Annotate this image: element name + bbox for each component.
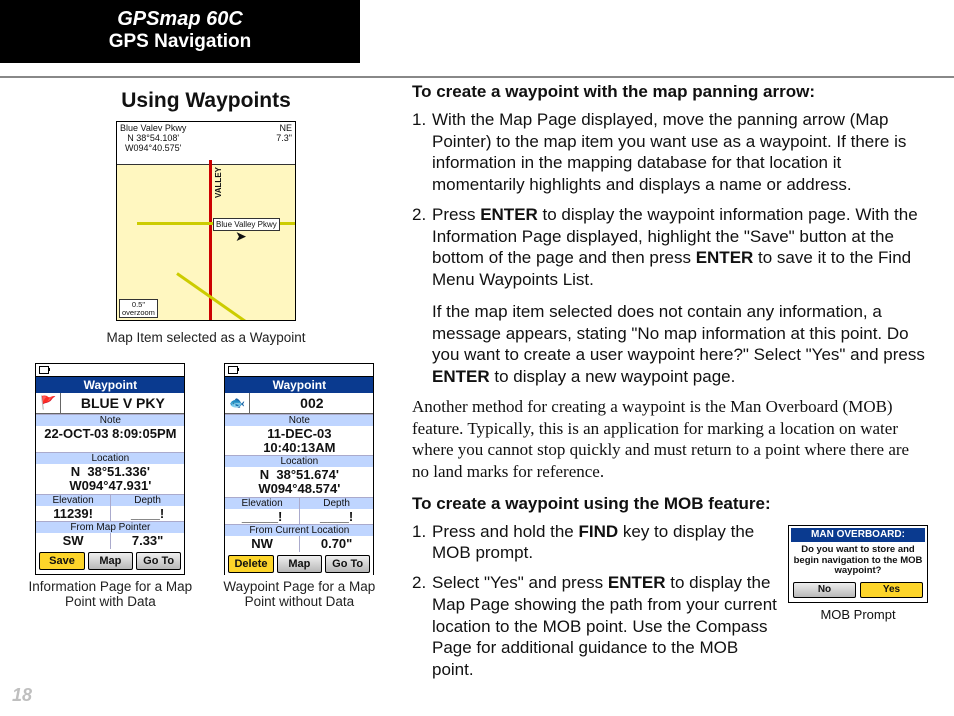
figure-map-caption: Map Item selected as a Waypoint: [26, 330, 386, 345]
body-text: To create a waypoint with the map pannin…: [412, 75, 928, 691]
heading-create-mob: To create a waypoint using the MOB featu…: [412, 493, 928, 515]
wp-a-loc-label: Location: [36, 452, 184, 464]
mob-paragraph: Another method for creating a waypoint i…: [412, 396, 928, 483]
waypoint-screen-b: Waypoint 🐟 002 Note 11-DEC-03 10:40:13AM…: [224, 363, 374, 575]
map-button[interactable]: Map: [277, 555, 322, 573]
header-black-box: GPSmap 60C GPS Navigation: [0, 0, 360, 63]
figure-mob-caption: MOB Prompt: [788, 607, 928, 624]
mob-title: MAN OVERBOARD:: [791, 528, 925, 543]
map-scale-box: 0.5" overzoom: [119, 299, 158, 318]
waypoint-screen-a: Waypoint 🚩 BLUE V PKY Note 22-OCT-03 8:0…: [35, 363, 185, 575]
step-1: With the Map Page displayed, move the pa…: [432, 109, 928, 196]
wp-a-from-label: From Map Pointer: [36, 521, 184, 533]
wp-a-loc: N 38°51.336' W094°47.931': [36, 464, 184, 493]
map-pointer-icon: ➤: [235, 228, 247, 245]
fish-icon: 🐟: [225, 393, 250, 413]
figure-mob: MAN OVERBOARD: Do you want to store and …: [788, 525, 928, 625]
map-screenshot: Blue Valev Pkwy N 38°54.108' W094°40.575…: [116, 121, 296, 321]
mob-body: Do you want to store and begin navigatio…: [791, 542, 925, 579]
wp-a-title: Waypoint: [36, 377, 184, 393]
header-rule: [0, 76, 954, 78]
goto-button[interactable]: Go To: [136, 552, 181, 570]
delete-button[interactable]: Delete: [228, 555, 273, 573]
step-2-note: If the map item selected does not contai…: [432, 301, 928, 388]
flag-icon: 🚩: [36, 393, 61, 413]
mob-step-2: Select "Yes" and press ENTER to display …: [432, 572, 778, 681]
map-button[interactable]: Map: [88, 552, 133, 570]
wp-b-name: 002: [250, 393, 373, 413]
figure-map: Blue Valev Pkwy N 38°54.108' W094°40.575…: [26, 121, 386, 345]
battery-icon: [228, 366, 238, 374]
step-2: Press ENTER to display the waypoint info…: [432, 204, 928, 291]
mob-prompt-screenshot: MAN OVERBOARD: Do you want to store and …: [788, 525, 928, 604]
figure-wp-a-caption: Information Page for a Map Point with Da…: [26, 579, 195, 609]
product-title: GPSmap 60C: [24, 8, 336, 31]
left-heading: Using Waypoints: [26, 89, 386, 113]
figure-wp-b: Waypoint 🐟 002 Note 11-DEC-03 10:40:13AM…: [213, 363, 386, 609]
save-button[interactable]: Save: [39, 552, 84, 570]
page-number: 18: [12, 685, 32, 706]
map-road-diagonal: [176, 272, 276, 321]
wp-b-title: Waypoint: [225, 377, 373, 393]
battery-icon: [39, 366, 49, 374]
figure-wp-b-caption: Waypoint Page for a Map Point without Da…: [213, 579, 386, 609]
map-road-label: VALLEY: [214, 167, 223, 198]
mob-step-1: Press and hold the FIND key to display t…: [432, 521, 778, 565]
section-title: GPS Navigation: [24, 31, 336, 53]
mob-no-button[interactable]: No: [793, 582, 856, 599]
goto-button[interactable]: Go To: [325, 555, 370, 573]
wp-a-note: 22-OCT-03 8:09:05PM: [36, 426, 184, 442]
figure-wp-a: Waypoint 🚩 BLUE V PKY Note 22-OCT-03 8:0…: [26, 363, 195, 609]
heading-create-panning: To create a waypoint with the map pannin…: [412, 81, 928, 103]
map-banner-lon: W094°40.575': [120, 144, 186, 154]
wp-a-name: BLUE V PKY: [61, 393, 184, 413]
mob-yes-button[interactable]: Yes: [860, 582, 923, 599]
wp-a-note-label: Note: [36, 414, 184, 426]
map-banner-dist: 7.3": [276, 134, 292, 144]
